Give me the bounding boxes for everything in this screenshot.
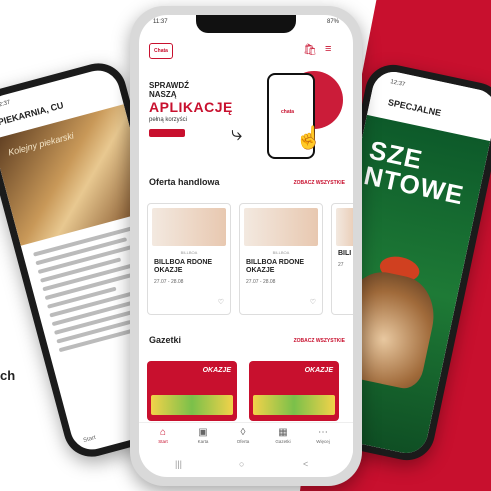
promo-line1: SPRAWDŹ NASZĄ	[149, 81, 189, 99]
gazetki-row: OKAZJE OKAZJE	[147, 361, 353, 421]
promo-subtitle: pełną korzyści	[149, 117, 188, 123]
more-icon: ⋯	[318, 427, 328, 438]
offer-card-image	[336, 208, 353, 246]
poster-headline: SZE NTOWE	[361, 134, 467, 211]
right-status-time: 12:37	[389, 79, 406, 89]
offer-card-image	[152, 208, 226, 246]
nav-item-gazetki[interactable]: ▦ Gazetki	[265, 427, 301, 444]
app-bar: Chata 🛍 ≡	[149, 37, 343, 63]
center-phone-screen: 11:37 87% Chata 🛍 ≡ SPRAWDŹ NASZĄ APLIKA…	[139, 15, 353, 477]
offer-card-image	[244, 208, 318, 246]
offer-see-all-link[interactable]: ZOBACZ WSZYSTKIE	[294, 180, 345, 186]
gazetka-products-strip	[151, 395, 233, 415]
offer-card-name: BILI	[338, 250, 352, 257]
side-text: ch	[0, 368, 16, 383]
promo-line2-text: NASZĄ	[149, 90, 177, 99]
menu-icon[interactable]: ≡	[325, 43, 339, 57]
center-phone: 11:37 87% Chata 🛍 ≡ SPRAWDŹ NASZĄ APLIKA…	[130, 6, 362, 486]
nav-item-oferta[interactable]: ◊ Oferta	[225, 427, 261, 444]
nav-label: Karta	[197, 439, 209, 444]
left-status-time: 12:37	[0, 99, 12, 110]
gazetka-products-strip	[253, 395, 335, 415]
home-button[interactable]: ○	[239, 459, 244, 469]
bag-icon[interactable]: 🛍	[303, 43, 317, 57]
gazetka-card[interactable]: OKAZJE	[249, 361, 339, 421]
offer-card[interactable]: BILLBOA BILLBOA RDONE OKAZJE 27.07 - 28.…	[147, 203, 231, 315]
offer-card[interactable]: BILLBOA BILLBOA RDONE OKAZJE 27.07 - 28.…	[239, 203, 323, 315]
promo-button[interactable]	[149, 129, 185, 137]
bakery-image-caption: Kolejny piekarski	[7, 130, 75, 158]
offer-card-date: 27.07 - 28.08	[154, 279, 184, 285]
heart-icon[interactable]: ♡	[218, 298, 224, 306]
recent-apps-button[interactable]: |||	[175, 459, 182, 469]
status-time: 11:37	[153, 19, 168, 25]
chata-logo[interactable]: Chata	[149, 43, 173, 59]
nav-label: Oferta	[236, 439, 250, 444]
offer-card-name: BILLBOA RDONE OKAZJE	[154, 259, 213, 274]
offer-cards-row: BILLBOA BILLBOA RDONE OKAZJE 27.07 - 28.…	[147, 203, 353, 315]
nav-label: Gazetki	[275, 439, 291, 444]
offer-card-brand: BILLBOA	[180, 250, 198, 255]
curved-arrow-icon: ⤷	[231, 123, 243, 145]
gazetki-see-all-link[interactable]: ZOBACZ WSZYSTKIE	[294, 338, 345, 344]
nav-item-wiecej[interactable]: ⋯ Więcej	[305, 427, 341, 444]
phone-notch	[196, 15, 296, 33]
tag-icon: ◊	[240, 427, 246, 438]
back-button[interactable]: <	[303, 459, 308, 469]
system-nav-bar: ||| ○ <	[139, 457, 353, 475]
card-icon: ▣	[198, 427, 208, 438]
nav-item-start[interactable]: ⌂ Start	[145, 427, 181, 444]
offer-card-name: BILLBOA RDONE OKAZJE	[246, 259, 305, 274]
promo-banner[interactable]: SPRAWDŹ NASZĄ APLIKACJĘ pełną korzyści ⤷…	[139, 65, 353, 165]
nav-item-karta[interactable]: ▣ Karta	[185, 427, 221, 444]
newspaper-icon: ▦	[278, 427, 288, 438]
offer-card-date: 27.07 - 28.08	[246, 279, 276, 285]
nav-label: Start	[158, 439, 168, 444]
promo-line1-text: SPRAWDŹ	[149, 81, 189, 90]
offer-card[interactable]: BILI 27	[331, 203, 353, 315]
bottom-nav: ⌂ Start ▣ Karta ◊ Oferta ▦ Gazetki ⋯ Wię…	[139, 422, 353, 455]
home-icon: ⌂	[159, 427, 167, 438]
gazetka-card[interactable]: OKAZJE	[147, 361, 237, 421]
gazetka-label: OKAZJE	[202, 367, 231, 374]
battery-level: 87%	[326, 19, 339, 25]
pointing-hand-icon: ☝	[295, 125, 323, 150]
offer-card-brand: BILLBOA	[272, 250, 290, 255]
right-page-title: SPECJALNE	[387, 97, 442, 119]
gazetki-section-title: Gazetki	[149, 335, 182, 345]
promo-headline: APLIKACJĘ	[149, 99, 233, 115]
left-nav-start[interactable]: Start	[83, 435, 97, 444]
heart-icon[interactable]: ♡	[310, 298, 316, 306]
mini-phone-logo: chata	[281, 109, 295, 115]
gazetka-label: OKAZJE	[304, 367, 333, 374]
offer-section-title: Oferta handlowa	[149, 177, 220, 187]
offer-card-date: 27	[338, 262, 344, 268]
nav-label: Więcej	[316, 439, 330, 444]
